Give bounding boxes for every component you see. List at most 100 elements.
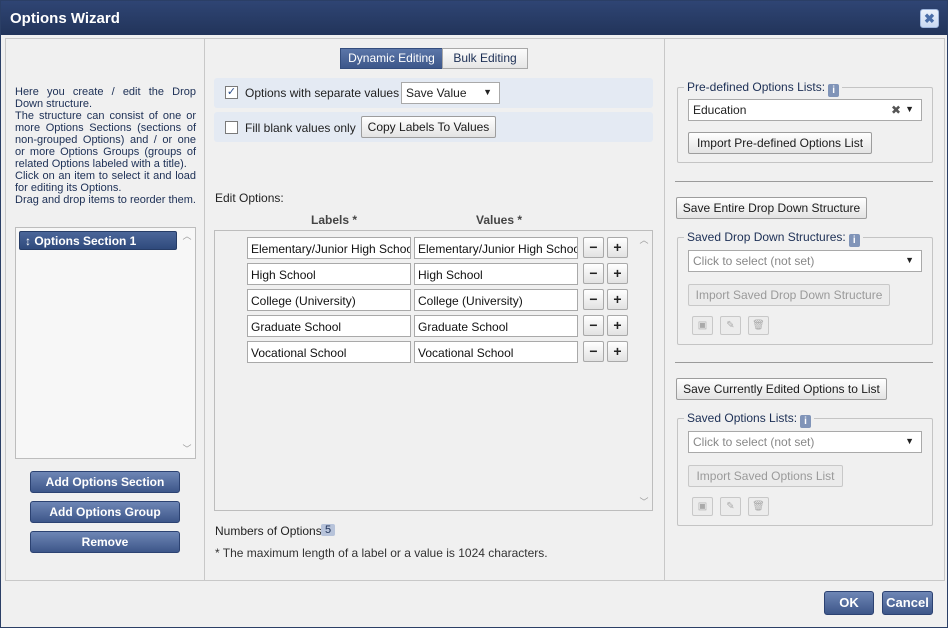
info-icon[interactable]: i [800,415,812,428]
import-saved-options-button[interactable]: Import Saved Options List [688,465,843,487]
predefined-lists-legend: Pre-defined Options Lists: i [684,80,843,97]
chevron-down-icon[interactable]: ▼ [905,104,914,114]
save-drop-down-structure-button[interactable]: Save Entire Drop Down Structure [676,197,867,219]
add-option-button[interactable]: + [607,341,628,362]
chevron-down-icon: ▼ [905,255,914,265]
ok-button[interactable]: OK [824,591,874,615]
option-value-input[interactable]: College (University) [414,289,578,311]
window-title: Options Wizard [10,10,120,27]
window-titlebar[interactable]: Options Wizard ✖ [1,1,947,35]
save-icon[interactable]: ▣ [692,497,713,516]
remove-option-button[interactable]: − [583,289,604,310]
fill-blank-label: Fill blank values only [245,121,356,135]
structure-panel: Here you create / edit the Drop Down str… [6,39,205,580]
saved-options-legend-text: Saved Options Lists: [687,411,798,425]
option-value-input[interactable]: High School [414,263,578,285]
saved-structures-group: Saved Drop Down Structures: i Click to se… [677,230,933,345]
info-icon[interactable]: i [848,234,860,247]
add-option-button[interactable]: + [607,263,628,284]
remove-option-button[interactable]: − [583,237,604,258]
structure-tree[interactable]: ↕ Options Section 1 ︿ ﹀ [15,227,196,459]
add-option-button[interactable]: + [607,237,628,258]
values-column-header: Values * [476,213,523,227]
remove-button[interactable]: Remove [30,531,180,553]
save-icon[interactable]: ▣ [692,316,713,335]
scroll-up-icon[interactable]: ︿ [639,235,649,245]
predefined-lists-legend-text: Pre-defined Options Lists: [687,80,826,94]
remove-option-button[interactable]: − [583,315,604,336]
saved-structures-legend-text: Saved Drop Down Structures: [687,230,846,244]
save-options-to-list-button[interactable]: Save Currently Edited Options to List [676,378,887,400]
options-wizard-dialog: Options Wizard ✖ Here you create / edit … [0,0,948,628]
delete-icon[interactable]: 🗑 [748,497,769,516]
add-options-section-button[interactable]: Add Options Section [30,471,180,493]
fill-blank-row: Fill blank values only Copy Labels To Va… [214,112,653,142]
move-icon: ↕ [25,234,31,248]
close-icon[interactable]: ✖ [920,9,939,28]
option-label-input[interactable]: High School [247,263,411,285]
option-value-input[interactable]: Graduate School [414,315,578,337]
option-label-input[interactable]: College (University) [247,289,411,311]
intro-text: Here you create / edit the Drop Down str… [15,86,196,206]
wizard-body: Here you create / edit the Drop Down str… [5,38,945,581]
options-list[interactable]: Elementary/Junior High School Elementary… [214,230,653,511]
remove-option-button[interactable]: − [583,263,604,284]
save-value-select-value: Save Value [406,86,467,100]
intro-line: Here you create / edit the Drop Down str… [15,86,196,110]
separate-values-row: ✓ Options with separate values Save Valu… [214,78,653,108]
scroll-up-icon[interactable]: ︿ [182,231,192,241]
import-predefined-list-button[interactable]: Import Pre-defined Options List [688,132,872,154]
cancel-button[interactable]: Cancel [882,591,933,615]
add-options-group-button[interactable]: Add Options Group [30,501,180,523]
predefined-list-value: Education [693,103,747,117]
remove-option-button[interactable]: − [583,341,604,362]
separate-values-checkbox[interactable]: ✓ [225,86,238,99]
copy-labels-to-values-button[interactable]: Copy Labels To Values [361,116,496,138]
info-icon[interactable]: i [828,84,840,97]
edit-icon[interactable]: ✎ [720,316,741,335]
intro-line: Click on an item to select it and load f… [15,170,196,194]
chevron-down-icon: ▼ [483,87,492,97]
predefined-list-select[interactable]: Education ✖ ▼ [688,99,922,121]
edit-options-label: Edit Options: [215,191,284,205]
separate-values-label: Options with separate values [245,86,400,100]
option-label-input[interactable]: Elementary/Junior High School [247,237,411,259]
divider [675,181,933,182]
intro-line: The structure can consist of one or more… [15,110,196,170]
add-option-button[interactable]: + [607,289,628,310]
saved-structures-select[interactable]: Click to select (not set) ▼ [688,250,922,272]
option-value-input[interactable]: Elementary/Junior High School [414,237,578,259]
saved-options-placeholder: Click to select (not set) [693,435,815,449]
fill-blank-checkbox[interactable] [225,121,238,134]
intro-line: Drag and drop items to reorder them. [15,194,196,206]
tab-bulk-editing[interactable]: Bulk Editing [442,48,528,69]
saved-options-group: Saved Options Lists: i Click to select (n… [677,411,933,526]
option-label-input[interactable]: Vocational School [247,341,411,363]
saved-structures-legend: Saved Drop Down Structures: i [684,230,863,247]
delete-icon[interactable]: 🗑 [748,316,769,335]
save-value-select[interactable]: Save Value ▼ [401,82,500,104]
option-label-input[interactable]: Graduate School [247,315,411,337]
saved-structures-placeholder: Click to select (not set) [693,254,815,268]
saved-options-select[interactable]: Click to select (not set) ▼ [688,431,922,453]
options-count-label: Numbers of Options: [215,524,326,538]
scroll-down-icon[interactable]: ﹀ [182,444,192,454]
labels-column-header: Labels * [311,213,358,227]
max-length-note: * The maximum length of a label or a val… [215,546,548,560]
import-saved-structure-button[interactable]: Import Saved Drop Down Structure [688,284,890,306]
chevron-down-icon: ▼ [905,436,914,446]
divider [675,362,933,363]
options-editor-panel: Dynamic Editing Bulk Editing ✓ Options w… [205,39,665,580]
presets-panel: Pre-defined Options Lists: i Education ✖ … [665,39,944,580]
option-value-input[interactable]: Vocational School [414,341,578,363]
tab-dynamic-editing[interactable]: Dynamic Editing [340,48,443,69]
add-option-button[interactable]: + [607,315,628,336]
clear-icon[interactable]: ✖ [891,103,901,117]
saved-options-legend: Saved Options Lists: i [684,411,815,428]
tree-item-options-section[interactable]: ↕ Options Section 1 [19,231,177,250]
predefined-lists-group: Pre-defined Options Lists: i Education ✖ … [677,80,933,163]
edit-icon[interactable]: ✎ [720,497,741,516]
scroll-down-icon[interactable]: ﹀ [639,497,649,507]
tree-item-label: Options Section 1 [34,234,137,248]
options-count-badge: 5 [321,524,336,536]
